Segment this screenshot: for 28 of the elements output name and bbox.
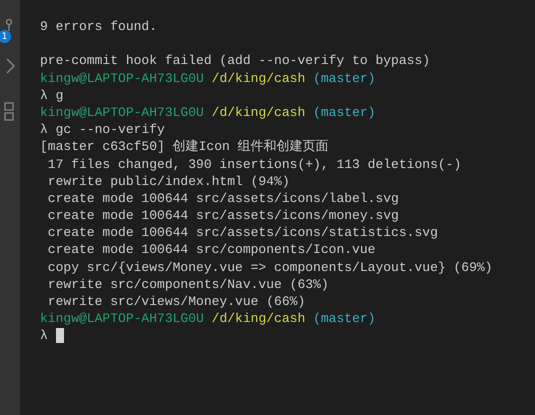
output-line: rewrite src/views/Money.vue (66%) [46, 293, 306, 310]
prompt-symbol: λ [40, 327, 48, 345]
output-line: 9 errors found. [40, 18, 158, 36]
output-line: create mode 100644 src/assets/icons/money.svg [46, 207, 399, 224]
prompt-user: kingw@LAPTOP-AH73LG0U [40, 70, 204, 87]
prompt-path: /d/king/cash [212, 70, 306, 87]
prompt-path: /d/king/cash [212, 104, 306, 122]
prompt-user: kingw@LAPTOP-AH73LG0U [40, 310, 204, 328]
output-line: rewrite src/components/Nav.vue (63%) [46, 276, 329, 293]
output-line: create mode 100644 src/components/Icon.vue [46, 241, 376, 259]
text-cursor [56, 328, 64, 344]
output-line: copy src/{views/Money.vue => components/Layout.vue} (69%) [46, 258, 492, 276]
output-line: 17 files changed, 390 insertions(+), 113 deletions(-) [46, 156, 462, 173]
run-icon[interactable] [6, 58, 16, 74]
output-line: create mode 100644 src/assets/icons/statistics.svg [46, 224, 438, 242]
command-line: λ g [40, 86, 64, 104]
command-line: λ gc --no-verify [40, 121, 165, 138]
output-line: rewrite public/index.html (94%) [46, 172, 290, 190]
output-line: create mode 100644 src/assets/icons/label.svg [46, 190, 399, 208]
output-line: pre-commit hook failed (add --no-verify to bypass) [40, 52, 430, 70]
prompt-branch: (master) [313, 70, 376, 87]
prompt-branch: (master) [313, 104, 376, 122]
extensions-icon[interactable] [4, 102, 16, 122]
notification-badge: 1 [0, 30, 11, 43]
output-line: [master c63cf50] 创建Icon 组件和创建页面 [40, 138, 329, 156]
prompt-branch: (master) [313, 310, 376, 328]
prompt-path: /d/king/cash [212, 310, 306, 328]
prompt-user: kingw@LAPTOP-AH73LG0U [40, 104, 204, 122]
